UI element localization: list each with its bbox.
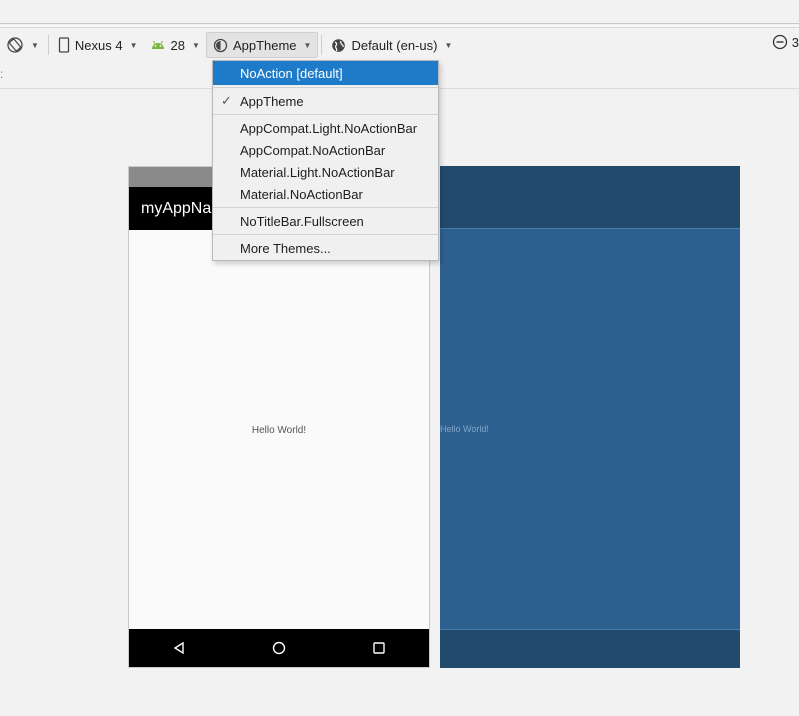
menu-separator	[213, 87, 438, 88]
menu-item-notitlebar-fullscreen[interactable]: NoTitleBar.Fullscreen	[213, 210, 438, 232]
menu-separator	[213, 234, 438, 235]
chevron-down-icon: ▼	[303, 40, 312, 50]
locale-label: Default (en-us)	[351, 37, 438, 53]
menu-item-label: NoTitleBar.Fullscreen	[240, 213, 364, 229]
blueprint-app-bar	[440, 166, 740, 229]
theme-dropdown-menu: NoAction [default] ✓ AppTheme AppCompat.…	[212, 60, 439, 261]
menu-item-label: More Themes...	[240, 240, 331, 256]
chevron-down-icon: ▼	[444, 40, 453, 50]
theme-icon	[213, 38, 228, 53]
blueprint-hello-textview[interactable]: Hello World!	[440, 424, 489, 434]
menu-item-more-themes[interactable]: More Themes...	[213, 237, 438, 259]
menu-item-appcompat-light-noactionbar[interactable]: AppCompat.Light.NoActionBar	[213, 117, 438, 139]
menu-item-label: AppTheme	[240, 93, 304, 109]
menu-item-label: AppCompat.Light.NoActionBar	[240, 120, 418, 136]
home-icon	[272, 641, 286, 655]
menu-item-apptheme[interactable]: ✓ AppTheme	[213, 90, 438, 112]
locale-selector[interactable]: Default (en-us) ▼	[325, 32, 458, 58]
menu-item-appcompat-noactionbar[interactable]: AppCompat.NoActionBar	[213, 139, 438, 161]
blueprint-preview[interactable]: Hello World!	[440, 166, 740, 668]
zoom-out-icon	[772, 34, 788, 50]
chevron-down-icon: ▼	[31, 40, 39, 50]
hello-world-textview[interactable]: Hello World!	[252, 425, 306, 436]
theme-label: AppTheme	[232, 37, 297, 53]
checkmark-icon: ✓	[221, 93, 232, 108]
device-label: Nexus 4	[74, 37, 123, 53]
globe-icon	[331, 38, 346, 53]
blueprint-navigation-bar	[440, 629, 740, 668]
chevron-down-icon: ▼	[192, 40, 200, 50]
window-top-strip	[0, 0, 799, 24]
api-level-selector[interactable]: 28 ▼	[144, 32, 206, 58]
android-icon	[150, 39, 166, 51]
recents-icon	[372, 641, 386, 655]
menu-item-label: Material.NoActionBar	[240, 186, 363, 202]
orientation-button[interactable]: ▼	[0, 32, 45, 58]
menu-item-label: Material.Light.NoActionBar	[240, 164, 395, 180]
menu-item-noaction-default[interactable]: NoAction [default]	[213, 61, 438, 85]
menu-item-label: AppCompat.NoActionBar	[240, 142, 386, 158]
layout-content[interactable]: Hello World!	[129, 230, 429, 630]
menu-separator	[213, 207, 438, 208]
menu-item-label: NoAction [default]	[240, 65, 343, 81]
toolbar-divider	[47, 35, 49, 55]
zoom-level-label: 3	[791, 34, 799, 50]
back-icon	[172, 641, 186, 655]
toolbar-divider	[321, 35, 323, 55]
layout-editor-toolbar: ▼ Nexus 4 ▼ 28 ▼ AppTheme ▼ Default (en-…	[0, 29, 799, 61]
api-level-label: 28	[170, 37, 186, 53]
menu-item-material-noactionbar[interactable]: Material.NoActionBar	[213, 183, 438, 205]
rotate-device-icon	[6, 36, 24, 54]
menu-separator	[213, 114, 438, 115]
phone-icon	[58, 37, 70, 53]
menu-item-material-light-noactionbar[interactable]: Material.Light.NoActionBar	[213, 161, 438, 183]
theme-selector[interactable]: AppTheme ▼	[205, 32, 319, 58]
device-selector[interactable]: Nexus 4 ▼	[52, 32, 144, 58]
collapsed-panel-edge: :	[0, 67, 4, 81]
chevron-down-icon: ▼	[129, 40, 138, 50]
app-title: myAppNa	[141, 199, 212, 217]
navigation-bar	[129, 629, 429, 667]
zoom-out-control[interactable]: 3	[772, 34, 799, 50]
window-top-divider	[0, 25, 799, 28]
